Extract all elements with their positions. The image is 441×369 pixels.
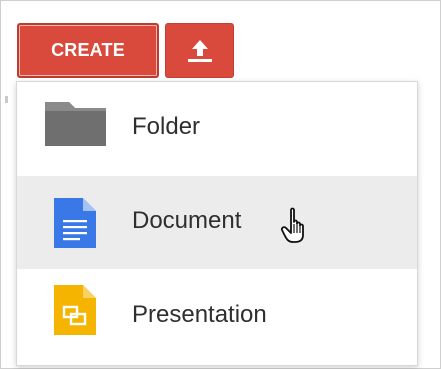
menu-item-label: Document	[132, 207, 242, 234]
folder-icon	[45, 102, 106, 146]
document-icon	[54, 198, 96, 248]
menu-item-document[interactable]: Document	[17, 176, 417, 269]
menu-item-presentation[interactable]: Presentation	[17, 271, 417, 364]
menu-item-label: Presentation	[132, 301, 267, 328]
menu-item-folder[interactable]: Folder	[17, 82, 417, 175]
left-edge-mark	[5, 96, 8, 103]
upload-button[interactable]	[165, 23, 234, 78]
hand-cursor-icon	[280, 207, 304, 243]
presentation-icon	[54, 285, 96, 335]
create-menu: Folder Document Presentation	[16, 81, 418, 366]
menu-item-label: Folder	[132, 113, 201, 140]
upload-icon	[187, 39, 212, 62]
create-button[interactable]: CREATE	[17, 23, 159, 78]
